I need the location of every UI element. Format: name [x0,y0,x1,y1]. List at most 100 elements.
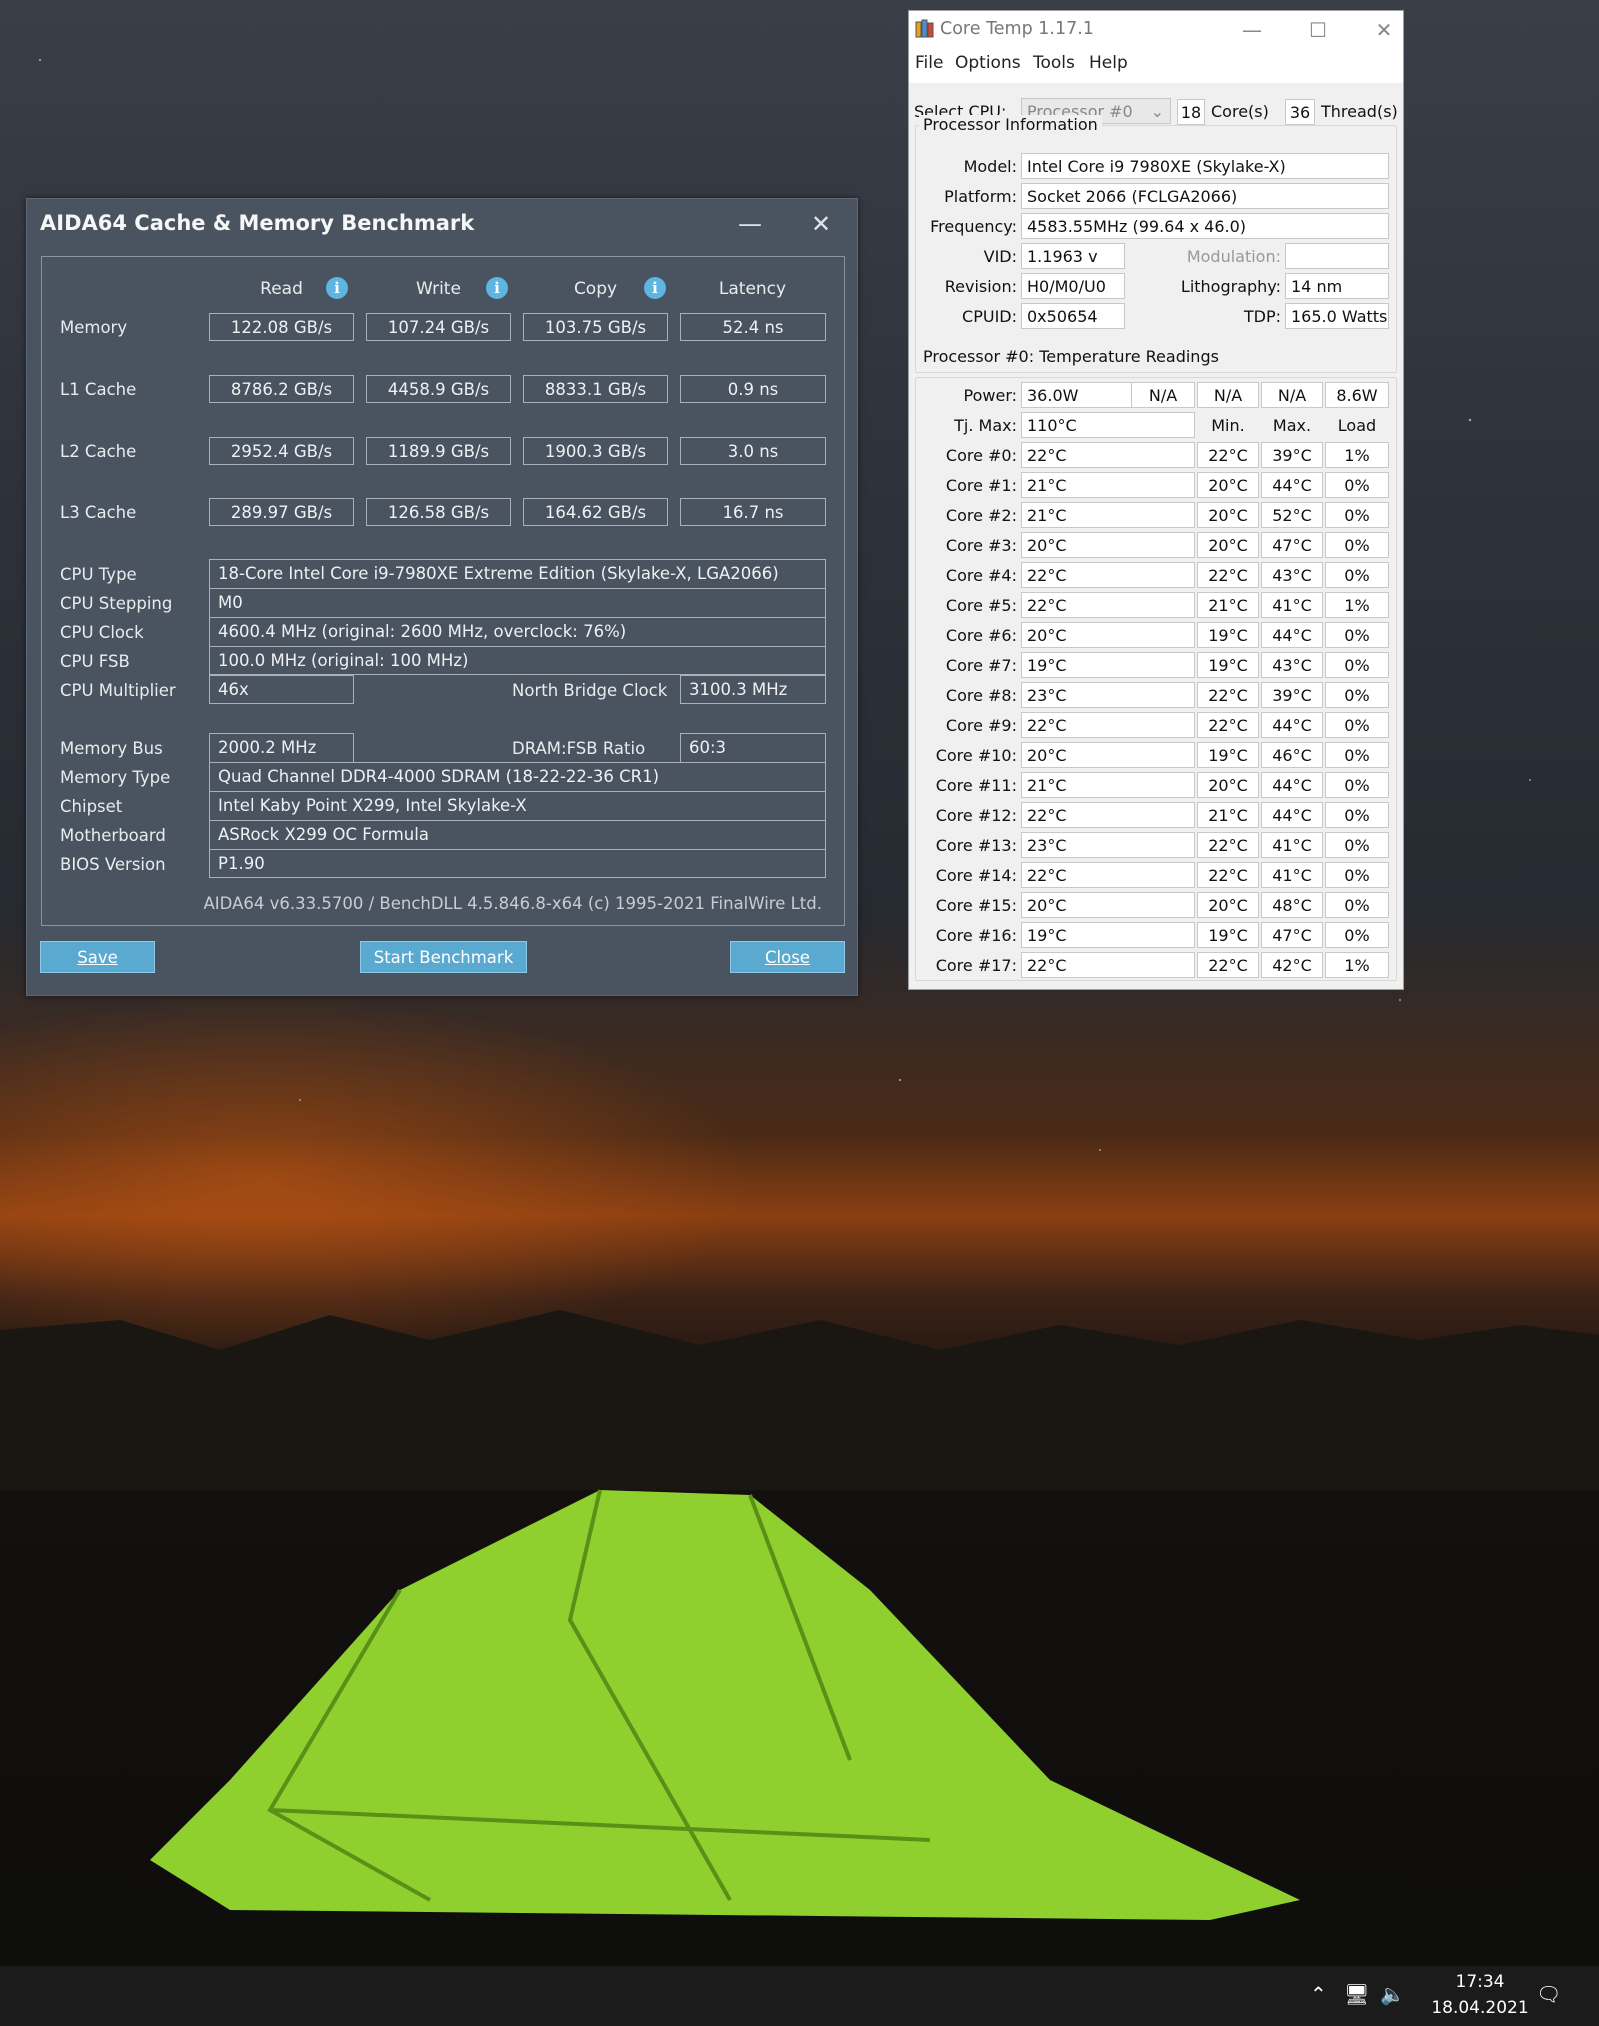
core-max-value: 44°C [1261,802,1323,828]
row-label-l1-cache: L1 Cache [60,380,137,399]
core-label: Core #6: [945,626,1017,645]
frequency-label: Frequency: [930,217,1017,236]
close-icon[interactable]: ✕ [1361,13,1407,47]
core-label: Core #15: [935,896,1017,915]
l3-copy-value: 164.62 GB/s [523,498,668,526]
start-benchmark-button[interactable]: Start Benchmark [360,941,527,973]
coretemp-body: Select CPU: Processor #0 ⌄ 18 Core(s) 36… [909,83,1403,989]
menu-tools[interactable]: Tools [1033,53,1075,73]
core-min-value: 19°C [1197,652,1259,678]
cpu-multiplier-value: 46x [209,675,354,704]
dram-fsb-ratio-value: 60:3 [680,733,826,762]
row-label-l2-cache: L2 Cache [60,442,137,461]
l3-latency-value: 16.7 ns [680,498,826,526]
core-load-value: 0% [1325,862,1389,888]
core-load-value: 1% [1325,952,1389,978]
core-label: Core #9: [945,716,1017,735]
core-max-value: 52°C [1261,502,1323,528]
core-temp-value: 23°C [1021,832,1195,858]
core-temp-value: 21°C [1021,472,1195,498]
close-button[interactable]: Close [730,941,845,973]
core-temp-value: 22°C [1021,862,1195,888]
core-min-value: 20°C [1197,502,1259,528]
cpu-fsb-value: 100.0 MHz (original: 100 MHz) [209,646,826,675]
core-min-value: 20°C [1197,472,1259,498]
volume-icon[interactable]: 🔈 [1380,1982,1405,2006]
row-label-memory: Memory [60,318,128,337]
core-max-value: 44°C [1261,472,1323,498]
menu-file[interactable]: File [915,53,943,73]
motherboard-label: Motherboard [60,826,166,845]
network-icon[interactable]: 🖥 [1344,1982,1369,2006]
core-label: Core #2: [945,506,1017,525]
info-icon[interactable]: i [644,277,666,299]
core-label: Core #8: [945,686,1017,705]
core-load-value: 0% [1325,682,1389,708]
aida64-window: AIDA64 Cache & Memory Benchmark — ✕ Read… [26,198,858,996]
core-load-value: 1% [1325,442,1389,468]
modulation-value [1285,243,1389,269]
core-load-value: 0% [1325,562,1389,588]
l1-write-value: 4458.9 GB/s [366,375,511,403]
core-label: Core #17: [935,956,1017,975]
l2-latency-value: 3.0 ns [680,437,826,465]
core-min-value: 22°C [1197,712,1259,738]
threads-label: Thread(s) [1321,102,1398,121]
cpu-type-value: 18-Core Intel Core i9-7980XE Extreme Edi… [209,559,826,588]
maximize-icon[interactable]: ☐ [1295,13,1341,47]
tjmax-value: 110°C [1021,412,1195,438]
chevron-up-icon[interactable]: ⌃ [1310,1982,1327,2006]
core-min-value: 20°C [1197,772,1259,798]
aida64-window-title: AIDA64 Cache & Memory Benchmark [40,211,475,235]
core-max-value: 44°C [1261,772,1323,798]
minimize-button[interactable]: — [730,209,770,239]
menu-help[interactable]: Help [1089,53,1128,73]
north-bridge-clock-value: 3100.3 MHz [680,675,826,704]
core-load-value: 0% [1325,652,1389,678]
close-window-icon[interactable]: ✕ [801,209,841,239]
revision-label: Revision: [944,277,1017,296]
power-label: Power: [963,386,1017,405]
cpu-fsb-label: CPU FSB [60,652,130,671]
info-icon[interactable]: i [486,277,508,299]
core-temp-value: 21°C [1021,772,1195,798]
bios-version-label: BIOS Version [60,855,166,874]
clock-date[interactable]: 18.04.2021 [1415,1998,1545,2018]
cpu-stepping-value: M0 [209,588,826,617]
core-load-value: 0% [1325,802,1389,828]
minimize-icon[interactable]: — [1229,13,1275,47]
menu-options[interactable]: Options [955,53,1021,73]
core-load-value: 1% [1325,592,1389,618]
core-min-value: 22°C [1197,952,1259,978]
load-header: Load [1337,416,1377,435]
min-header: Min. [1211,416,1245,435]
coretemp-window: Core Temp 1.17.1 — ☐ ✕ File Options Tool… [908,10,1404,990]
core-max-value: 44°C [1261,622,1323,648]
platform-value: Socket 2066 (FCLGA2066) [1021,183,1389,209]
cpuid-value: 0x50654 [1021,303,1125,329]
core-load-value: 0% [1325,532,1389,558]
core-max-value: 43°C [1261,652,1323,678]
core-label: Core #4: [945,566,1017,585]
wallpaper-tent [150,1489,1300,1920]
core-temp-value: 22°C [1021,592,1195,618]
clock-time[interactable]: 17:34 [1440,1972,1520,1992]
memory-read-value: 122.08 GB/s [209,313,354,341]
core-min-value: 22°C [1197,562,1259,588]
power-value: 8.6W [1325,382,1389,408]
info-icon[interactable]: i [326,277,348,299]
power-package-value: 36.0W [1021,382,1133,408]
core-label: Core #13: [935,836,1017,855]
core-min-value: 19°C [1197,622,1259,648]
core-temp-value: 19°C [1021,922,1195,948]
save-button[interactable]: Save [40,941,155,973]
core-load-value: 0% [1325,502,1389,528]
l3-write-value: 126.58 GB/s [366,498,511,526]
core-max-value: 44°C [1261,712,1323,738]
power-value: N/A [1261,382,1323,408]
notification-center-icon[interactable]: 🗨 [1536,1982,1561,2006]
core-load-value: 0% [1325,772,1389,798]
cpu-stepping-label: CPU Stepping [60,594,173,613]
memory-type-value: Quad Channel DDR4-4000 SDRAM (18-22-22-3… [209,762,826,791]
lithography-label: Lithography: [1180,277,1281,296]
